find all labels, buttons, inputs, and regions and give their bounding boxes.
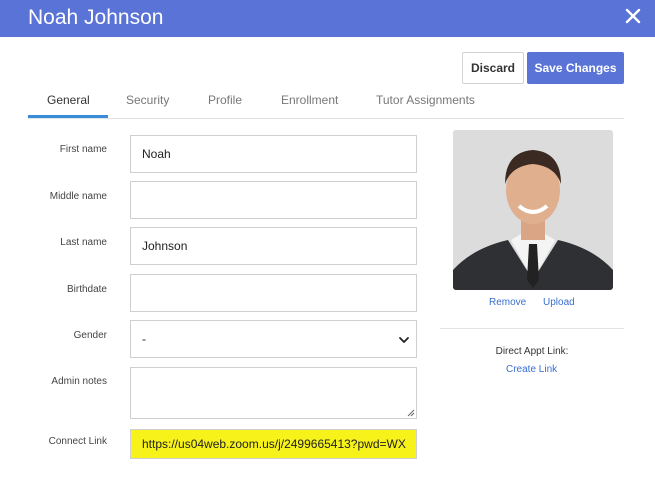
connect-link-label: Connect Link	[48, 436, 107, 447]
direct-appt-link-label: Direct Appt Link:	[495, 346, 569, 357]
chevron-down-icon	[399, 337, 409, 343]
gender-selected-value: -	[142, 332, 146, 346]
resize-handle-icon[interactable]	[407, 409, 415, 417]
dialog-title: Noah Johnson	[28, 6, 164, 29]
remove-photo-link[interactable]: Remove	[489, 297, 526, 308]
birthdate-field[interactable]	[130, 274, 417, 312]
active-tab-indicator	[28, 115, 108, 118]
admin-notes-textarea[interactable]	[130, 367, 417, 419]
discard-button[interactable]: Discard	[462, 52, 524, 84]
create-link-link[interactable]: Create Link	[506, 364, 557, 375]
save-changes-button[interactable]: Save Changes	[527, 52, 624, 84]
first-name-label: First name	[59, 144, 107, 155]
tab-tutor-assignments[interactable]: Tutor Assignments	[376, 93, 475, 107]
gender-label: Gender	[73, 330, 107, 341]
tab-security[interactable]: Security	[126, 93, 169, 107]
profile-photo-illustration	[453, 130, 613, 290]
last-name-label: Last name	[60, 237, 107, 248]
connect-link-field[interactable]: https://us04web.zoom.us/j/2499665413?pwd…	[130, 429, 417, 459]
tab-profile[interactable]: Profile	[208, 93, 242, 107]
avatar	[453, 130, 613, 290]
tab-bar: General Security Profile Enrollment Tuto…	[28, 86, 624, 119]
middle-name-field[interactable]	[130, 181, 417, 219]
upload-photo-link[interactable]: Upload	[543, 297, 575, 308]
close-icon[interactable]	[623, 6, 643, 26]
divider	[440, 328, 624, 329]
tab-general[interactable]: General	[47, 93, 90, 107]
last-name-field[interactable]: Johnson	[130, 227, 417, 265]
middle-name-label: Middle name	[49, 191, 107, 202]
dialog-header: Noah Johnson	[0, 0, 655, 37]
birthdate-label: Birthdate	[66, 284, 107, 295]
admin-notes-label: Admin notes	[51, 376, 107, 387]
gender-select[interactable]: -	[130, 320, 417, 358]
first-name-field[interactable]: Noah	[130, 135, 417, 173]
tab-enrollment[interactable]: Enrollment	[281, 93, 338, 107]
